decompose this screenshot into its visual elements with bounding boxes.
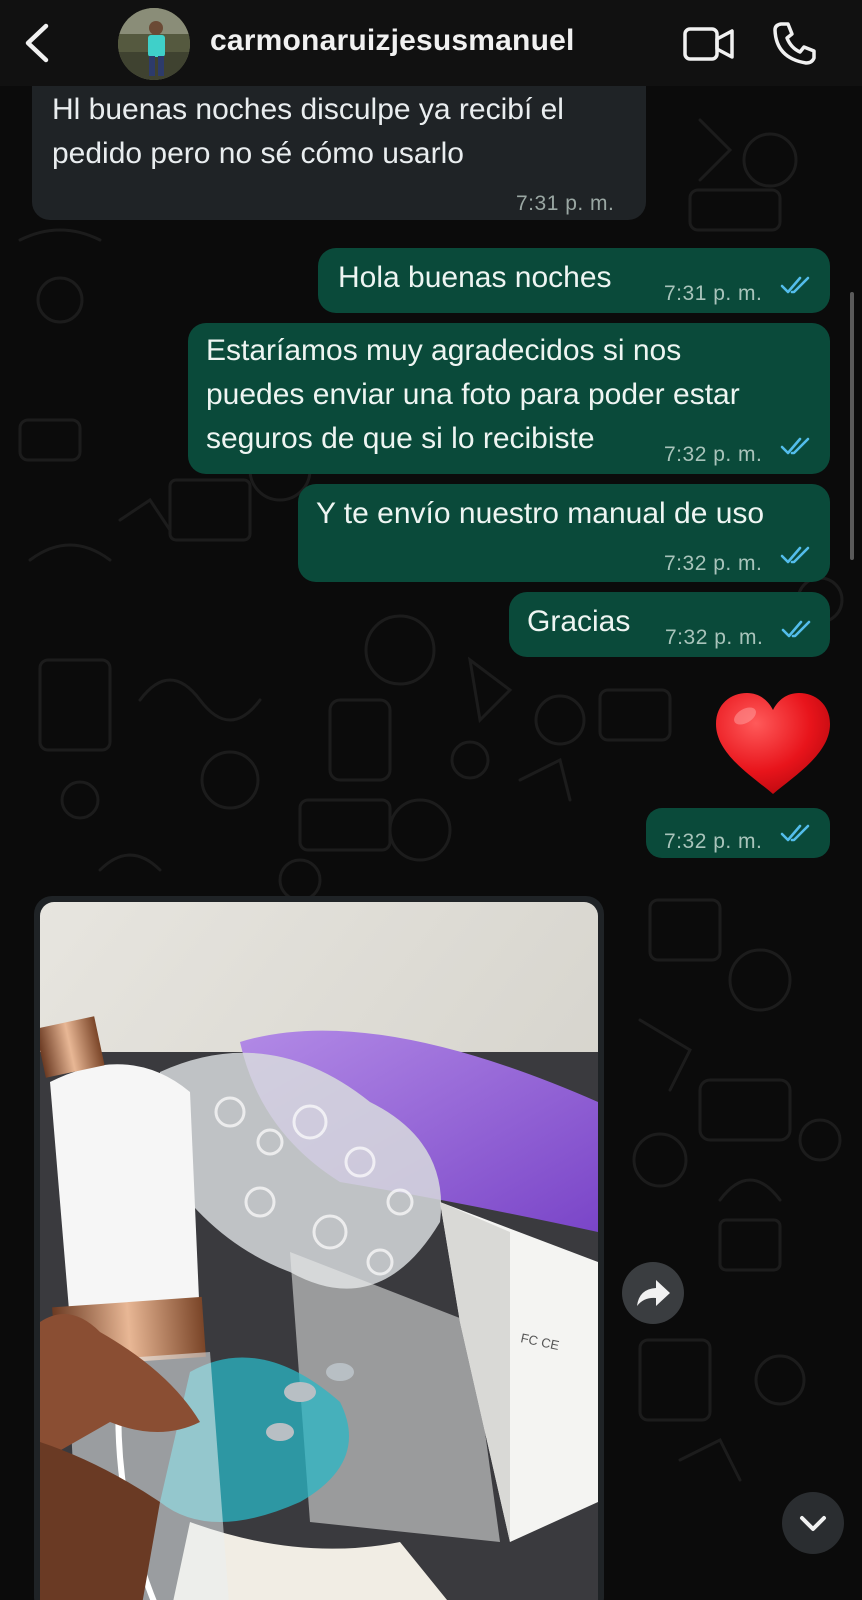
chevron-left-icon (25, 23, 49, 63)
read-receipt-icon (780, 546, 810, 564)
forward-arrow-icon (637, 1280, 670, 1306)
read-receipt-icon (780, 276, 810, 294)
message-text: Gracias (527, 605, 631, 638)
voice-call-button[interactable] (772, 20, 816, 66)
message-text: Estaríamos muy agradecidos si nos (206, 334, 682, 367)
phone-icon (773, 22, 816, 65)
message-time: 7:31 p. m. (664, 282, 763, 305)
video-call-button[interactable] (682, 24, 736, 64)
message-text: Hl buenas noches disculpe ya recibí el (52, 93, 564, 126)
emoji-timestamp: 7:32 p. m. (646, 808, 830, 858)
message-time: 7:32 p. m. (665, 626, 764, 649)
chevron-down-icon (800, 1516, 826, 1531)
message-text: pedido pero no sé cómo usarlo (52, 137, 464, 170)
product-photo-image: FC CE (40, 902, 598, 1600)
scroll-to-bottom-button[interactable] (782, 1492, 844, 1554)
avatar[interactable] (118, 8, 190, 80)
message-outgoing[interactable]: Gracias 7:32 p. m. (509, 592, 830, 657)
message-text: Hola buenas noches (338, 261, 612, 294)
photo-message[interactable]: FC CE (34, 896, 604, 1600)
contact-name[interactable]: carmonaruizjesusmanuel (210, 24, 575, 58)
product-photo[interactable]: FC CE (40, 902, 598, 1600)
message-outgoing[interactable]: Y te envío nuestro manual de uso 7:32 p.… (298, 484, 830, 582)
read-receipt-icon (781, 620, 811, 638)
message-incoming[interactable]: Hl buenas noches disculpe ya recibí el p… (32, 86, 646, 220)
message-outgoing[interactable]: Estaríamos muy agradecidos si nos puedes… (188, 323, 830, 474)
message-text: Y te envío nuestro manual de uso (316, 497, 765, 530)
message-outgoing[interactable]: Hola buenas noches 7:31 p. m. (318, 248, 830, 313)
scrollbar[interactable] (850, 292, 854, 560)
message-time: 7:32 p. m. (664, 552, 763, 575)
avatar-photo (118, 8, 190, 80)
video-camera-icon (683, 27, 734, 61)
message-text: puedes enviar una foto para poder estar (206, 378, 740, 411)
heart-emoji[interactable] (712, 690, 834, 800)
read-receipt-icon (780, 824, 810, 842)
message-text: seguros de que si lo recibiste (206, 422, 595, 455)
message-time: 7:32 p. m. (664, 830, 763, 853)
read-receipt-icon (780, 437, 810, 455)
back-button[interactable] (18, 20, 58, 66)
message-time: 7:31 p. m. (516, 192, 615, 215)
message-time: 7:32 p. m. (664, 443, 763, 466)
chat-header: carmonaruizjesusmanuel (0, 0, 862, 86)
forward-button[interactable] (622, 1262, 684, 1324)
